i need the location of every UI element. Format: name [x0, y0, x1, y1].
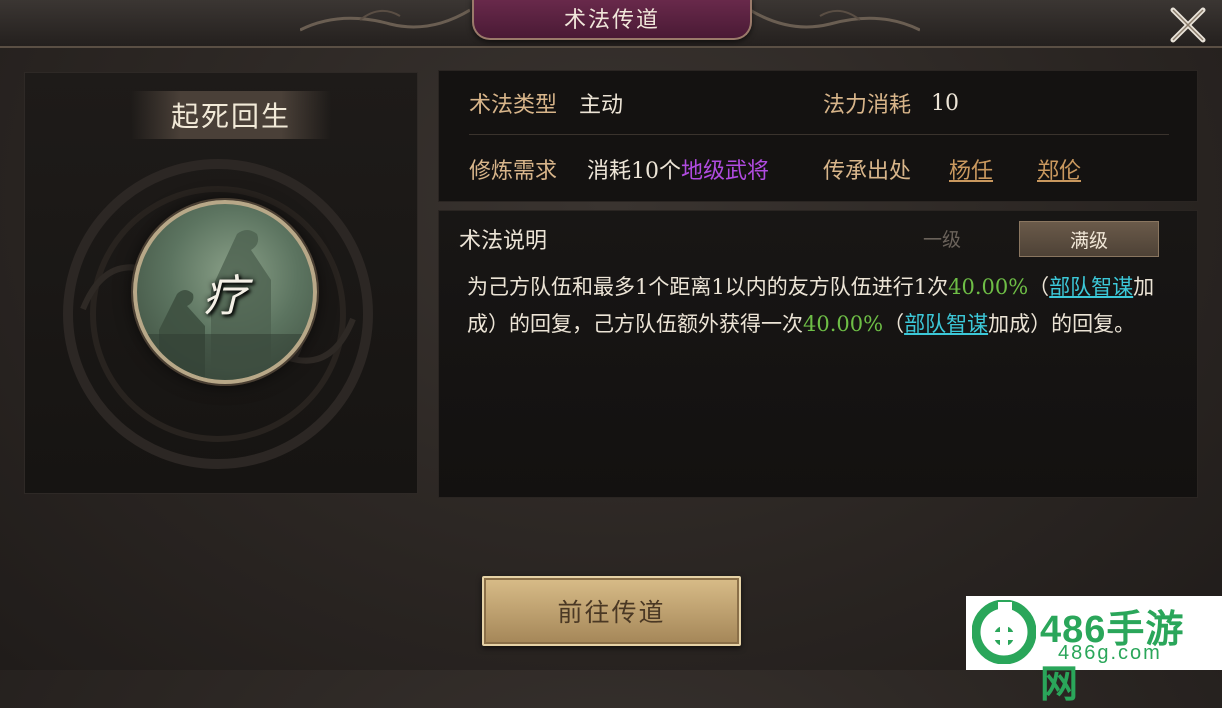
- ornament-left-icon: [300, 8, 470, 32]
- require-value: 消耗10个地级武将: [587, 153, 769, 185]
- type-value: 主动: [579, 93, 624, 118]
- info-divider: [469, 134, 1169, 135]
- skill-icon: 疗: [133, 200, 317, 384]
- desc-link-1[interactable]: 部队智谋: [1049, 275, 1133, 299]
- description-text: 为己方队伍和最多1个距离1以内的友方队伍进行1次40.00%（部队智谋加成）的回…: [467, 269, 1177, 343]
- skill-name: 起死回生: [131, 91, 331, 139]
- skill-glyph: 疗: [203, 271, 247, 322]
- desc-seg-2: （: [1028, 275, 1050, 299]
- watermark-logo-icon: [972, 600, 1036, 664]
- desc-pct-2: 40.00%: [803, 312, 884, 336]
- source-link-zhenglun[interactable]: 郑伦: [1037, 153, 1081, 185]
- tab-level-max[interactable]: 满级: [1019, 221, 1159, 257]
- close-icon: [1170, 7, 1206, 43]
- desc-pct-1: 40.00%: [948, 275, 1029, 299]
- source-label: 传承出处: [823, 159, 912, 184]
- info-row-type: 术法类型 主动 法力消耗 10: [439, 71, 1197, 135]
- skill-description-panel: 术法说明 一级 满级 为己方队伍和最多1个距离1以内的友方队伍进行1次40.00…: [438, 210, 1198, 498]
- description-title: 术法说明: [459, 229, 548, 254]
- page-title: 术法传道: [472, 0, 752, 40]
- skill-info-panel: 术法类型 主动 法力消耗 10 修炼需求 消耗10个地级武将 传承出处 杨任 郑…: [438, 70, 1198, 202]
- type-label: 术法类型: [469, 93, 558, 118]
- source-link-yangren[interactable]: 杨任: [949, 153, 993, 185]
- desc-link-2[interactable]: 部队智谋: [904, 312, 988, 336]
- go-teach-button[interactable]: 前往传道: [482, 576, 741, 646]
- ornament-right-icon: [750, 8, 920, 32]
- desc-seg-4: （: [883, 312, 905, 336]
- close-button[interactable]: [1164, 2, 1212, 48]
- cost-label: 法力消耗: [823, 93, 912, 118]
- cost-value: 10: [931, 90, 959, 116]
- desc-seg-5: 加成）的回复。: [988, 312, 1136, 336]
- skill-portrait-panel: 起死回生 疗: [24, 72, 418, 494]
- watermark-sub: 486g.com: [1058, 642, 1162, 664]
- info-row-require: 修炼需求 消耗10个地级武将 传承出处 杨任 郑伦: [439, 137, 1197, 201]
- tab-level-one[interactable]: 一级: [873, 221, 1011, 255]
- require-highlight: 地级武将: [681, 159, 770, 184]
- desc-seg-1: 为己方队伍和最多1个距离1以内的友方队伍进行1次: [467, 275, 949, 299]
- require-prefix: 消耗10个: [587, 159, 681, 184]
- watermark: 486手游网 486g.com: [966, 596, 1222, 706]
- require-label: 修炼需求: [469, 159, 558, 184]
